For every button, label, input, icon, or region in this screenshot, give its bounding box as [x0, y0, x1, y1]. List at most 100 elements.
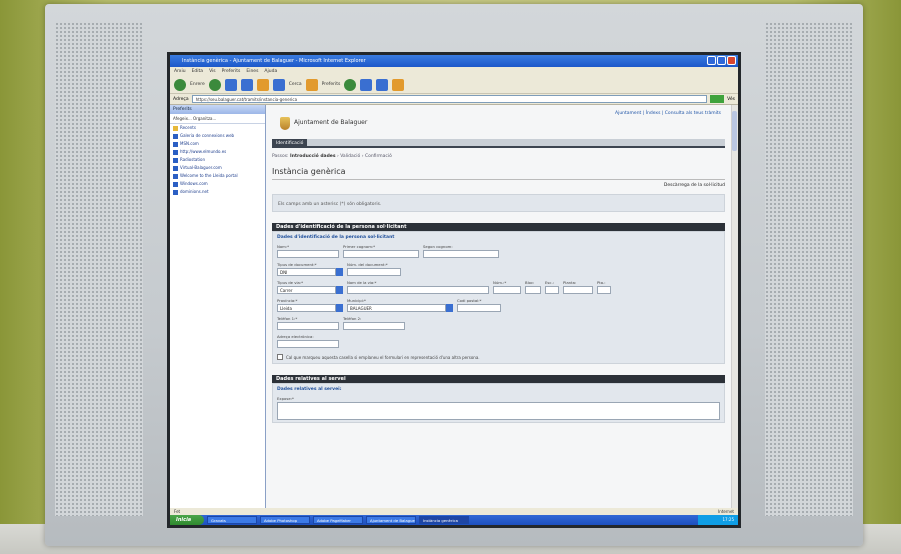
- site-header: Ajuntament de Balaguer Ajuntament | Índe…: [272, 105, 725, 139]
- favorites-item[interactable]: Windows.com: [170, 180, 265, 188]
- document-type-value[interactable]: DNI: [277, 268, 336, 276]
- link-icon: [173, 141, 178, 147]
- chevron-down-icon[interactable]: [336, 304, 343, 312]
- stair-input[interactable]: [545, 286, 559, 294]
- start-button[interactable]: Inicia: [170, 515, 204, 525]
- favorites-item-label: Windows.com: [180, 181, 208, 186]
- address-input[interactable]: https://seu.balaguer.cat/tramits/instanc…: [191, 95, 708, 103]
- refresh-icon[interactable]: [240, 78, 253, 91]
- street-type-select[interactable]: Carrer: [277, 286, 343, 294]
- vertical-scrollbar[interactable]: [731, 105, 738, 508]
- menu-item-favorites[interactable]: Preferits: [222, 67, 241, 76]
- favorites-item[interactable]: Galeria de connexions web: [170, 132, 265, 140]
- expose-textarea[interactable]: [277, 402, 720, 420]
- top-links[interactable]: Ajuntament | Índexs | Consulta als teus …: [615, 111, 721, 116]
- favorites-item[interactable]: Welcome to the Lleida portal: [170, 172, 265, 180]
- section-service-body: Dades relatives al servei: Expose:*: [272, 383, 725, 423]
- section-service-subtitle: Dades relatives al servei:: [277, 387, 342, 392]
- mail-icon[interactable]: [360, 78, 373, 91]
- document-type-select[interactable]: DNI: [277, 268, 343, 276]
- go-button[interactable]: [710, 95, 725, 103]
- favorites-item-label: Galeria de connexions web: [180, 133, 235, 138]
- taskbar-item[interactable]: Gravats: [207, 516, 257, 524]
- menu-bar: Arxiu Edita Vis Preferits Eines Ajuda: [170, 67, 738, 76]
- tab-identification[interactable]: Identificació: [272, 139, 308, 146]
- site-name[interactable]: Ajuntament de Balaguer: [294, 119, 367, 126]
- status-bar: Fet Internet: [170, 508, 738, 515]
- street-name-input[interactable]: [347, 286, 489, 294]
- close-button[interactable]: [727, 56, 736, 65]
- menu-item-view[interactable]: Vis: [209, 67, 216, 76]
- link-icon: [173, 149, 178, 155]
- chevron-down-icon[interactable]: [446, 304, 453, 312]
- left-speaker-grille: [55, 22, 143, 516]
- province-select[interactable]: Lleida: [277, 304, 343, 312]
- menu-item-edit[interactable]: Edita: [192, 67, 203, 76]
- taskbar-item-active[interactable]: Instància genèrica: [419, 516, 469, 524]
- download-form-link[interactable]: Descàrrega de la sol·licitud: [272, 183, 725, 188]
- history-icon[interactable]: [344, 78, 357, 91]
- tab-bar: Identificació: [272, 139, 725, 148]
- document-number-input[interactable]: [347, 268, 401, 276]
- status-text: Fet: [174, 509, 181, 514]
- favorites-item[interactable]: http://www.elmundo.es: [170, 148, 265, 156]
- favorites-panel-tools[interactable]: Afegeix... Organitza...: [170, 114, 265, 124]
- municipality-value[interactable]: BALAGUER: [347, 304, 446, 312]
- system-tray-clock: 17:25: [698, 515, 738, 525]
- required-fields-notice: Els camps amb un asterisc (*) són obliga…: [272, 194, 725, 212]
- representation-checkbox[interactable]: [277, 354, 283, 360]
- taskbar-item[interactable]: Adobe Photoshop: [260, 516, 310, 524]
- search-icon[interactable]: [272, 78, 285, 91]
- monitor-screen: Instància genèrica - Ajuntament de Balag…: [167, 52, 741, 528]
- phone2-input[interactable]: [343, 322, 405, 330]
- favorites-item[interactable]: MSN.com: [170, 140, 265, 148]
- maximize-button[interactable]: [717, 56, 726, 65]
- floor-input[interactable]: [563, 286, 593, 294]
- back-arrow-icon[interactable]: [174, 78, 186, 91]
- link-icon: [173, 173, 178, 179]
- scrollbar-thumb[interactable]: [732, 111, 737, 151]
- page-content: Ajuntament de Balaguer Ajuntament | Índe…: [266, 105, 731, 508]
- go-button-label[interactable]: Vés: [727, 97, 735, 102]
- section-service-header: Dades relatives al servei: [272, 375, 725, 383]
- section-applicant-subtitle: Dades d'identificació de la persona sol·…: [277, 235, 395, 240]
- favorites-item[interactable]: Radiostation: [170, 156, 265, 164]
- favorites-star-icon[interactable]: [305, 78, 318, 91]
- chevron-down-icon[interactable]: [336, 268, 343, 276]
- favorites-item[interactable]: Recents: [170, 124, 265, 132]
- street-number-input[interactable]: [493, 286, 521, 294]
- browser-main: Preferits Afegeix... Organitza... Recent…: [170, 105, 738, 508]
- back-button-label[interactable]: Enrere: [190, 82, 205, 87]
- taskbar: Inicia Gravats Adobe Photoshop Adobe Pag…: [170, 515, 738, 525]
- municipality-select[interactable]: BALAGUER: [347, 304, 453, 312]
- menu-item-file[interactable]: Arxiu: [174, 67, 186, 76]
- print-icon[interactable]: [376, 78, 389, 91]
- search-button-label[interactable]: Cerca: [289, 82, 302, 87]
- favorites-button-label[interactable]: Preferits: [322, 82, 341, 87]
- steps-remaining: › Validació › Confirmació: [336, 154, 392, 159]
- stop-icon[interactable]: [224, 78, 237, 91]
- home-icon[interactable]: [256, 78, 269, 91]
- favorites-item[interactable]: dominions.net: [170, 188, 265, 196]
- door-input[interactable]: [597, 286, 611, 294]
- taskbar-item[interactable]: Adobe PageMaker: [313, 516, 363, 524]
- favorites-item-label: Recents: [180, 125, 196, 130]
- menu-item-tools[interactable]: Eines: [246, 67, 258, 76]
- postal-code-input[interactable]: [457, 304, 501, 312]
- taskbar-item[interactable]: Ajuntament de Balaguer: [366, 516, 416, 524]
- menu-item-help[interactable]: Ajuda: [264, 67, 277, 76]
- link-icon: [173, 181, 178, 187]
- province-value[interactable]: Lleida: [277, 304, 336, 312]
- street-type-value[interactable]: Carrer: [277, 286, 336, 294]
- folder-icon[interactable]: [392, 78, 405, 91]
- second-surname-input[interactable]: [423, 250, 499, 258]
- phone1-input[interactable]: [277, 322, 339, 330]
- nom-input[interactable]: [277, 250, 339, 258]
- first-surname-input[interactable]: [343, 250, 419, 258]
- minimize-button[interactable]: [707, 56, 716, 65]
- chevron-down-icon[interactable]: [336, 286, 343, 294]
- forward-arrow-icon[interactable]: [208, 78, 221, 91]
- favorites-item[interactable]: Virtual-Balaguer.com: [170, 164, 265, 172]
- email-input[interactable]: [277, 340, 339, 348]
- block-input[interactable]: [525, 286, 541, 294]
